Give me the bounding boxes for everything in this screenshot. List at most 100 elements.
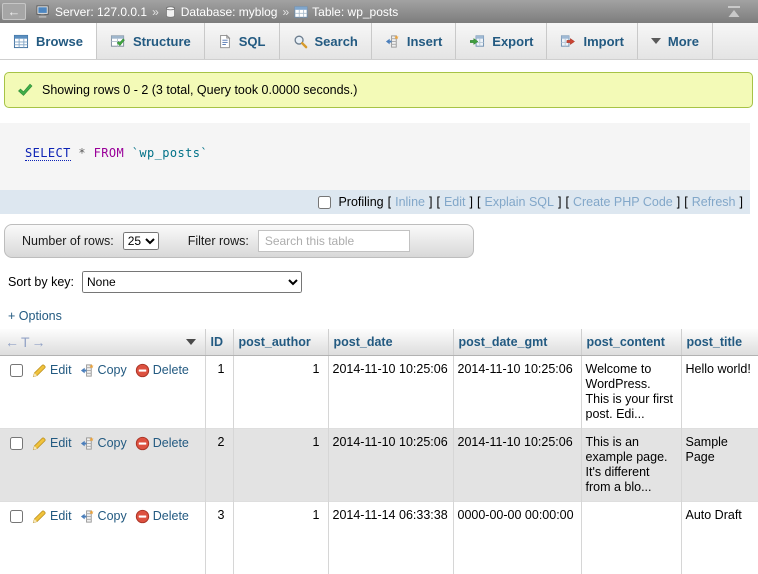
profiling-checkbox[interactable] xyxy=(318,196,331,209)
copy-row-link[interactable]: Copy xyxy=(98,509,127,524)
copy-row-link[interactable]: Copy xyxy=(98,363,127,378)
tab-search[interactable]: Search xyxy=(280,23,372,59)
row-select-checkbox[interactable] xyxy=(10,437,23,450)
refresh-link[interactable]: Refresh xyxy=(692,195,736,209)
tab-more[interactable]: More xyxy=(638,23,713,59)
cell-post-content: Welcome to WordPress. This is your first… xyxy=(581,356,681,429)
tab-export-label: Export xyxy=(492,34,533,49)
tab-insert[interactable]: Insert xyxy=(372,23,456,59)
cell-post-author: 1 xyxy=(233,502,328,574)
tab-search-label: Search xyxy=(315,34,358,49)
import-icon xyxy=(560,34,576,49)
collapse-top-icon xyxy=(726,6,742,18)
bracket: ] xyxy=(429,195,432,209)
delete-row-icon[interactable] xyxy=(135,363,150,378)
sql-keyword-select[interactable]: SELECT xyxy=(25,146,71,161)
pencil-icon[interactable] xyxy=(32,509,47,524)
cell-id: 1 xyxy=(205,356,233,429)
column-header-id[interactable]: ID xyxy=(205,329,233,356)
options-toggle-link[interactable]: + Options xyxy=(8,309,62,323)
cell-post-date: 2014-11-14 06:33:38 xyxy=(328,502,453,574)
status-message-text: Showing rows 0 - 2 (3 total, Query took … xyxy=(42,83,357,97)
pencil-icon[interactable] xyxy=(32,363,47,378)
tab-export[interactable]: Export xyxy=(456,23,547,59)
delete-row-link[interactable]: Delete xyxy=(153,436,189,451)
breadcrumb-separator: » xyxy=(282,5,289,19)
copy-row-icon[interactable] xyxy=(80,436,95,451)
number-of-rows-select[interactable]: 25 xyxy=(123,232,159,250)
tab-sql-label: SQL xyxy=(239,34,266,49)
column-header-post-title[interactable]: post_title xyxy=(681,329,758,356)
sql-query-display: SELECT * FROM `wp_posts` xyxy=(0,123,750,190)
column-header-post-date[interactable]: post_date xyxy=(328,329,453,356)
sql-star: * xyxy=(78,146,86,160)
explain-sql-link[interactable]: Explain SQL xyxy=(484,195,553,209)
profiling-label: Profiling xyxy=(338,195,383,209)
edit-row-link[interactable]: Edit xyxy=(50,509,72,524)
action-column-header: ←T→ xyxy=(0,329,205,356)
edit-query-link[interactable]: Edit xyxy=(444,195,466,209)
sql-keyword-from: FROM xyxy=(94,146,125,160)
rotate-headers-control[interactable]: ←T→ xyxy=(5,334,48,350)
server-icon xyxy=(36,4,51,19)
table-header-row: ←T→ ID post_author post_date post_date_g… xyxy=(0,329,758,356)
sort-by-key-select[interactable]: None xyxy=(82,271,302,293)
sort-descending-triangle-icon[interactable] xyxy=(186,339,196,345)
cell-post-date: 2014-11-10 10:25:06 xyxy=(328,429,453,502)
query-section: SELECT * FROM `wp_posts` Profiling [ Inl… xyxy=(0,123,750,214)
row-select-checkbox[interactable] xyxy=(10,364,23,377)
bracket: [ xyxy=(565,195,568,209)
number-of-rows-label: Number of rows: xyxy=(22,234,114,248)
tab-browse-label: Browse xyxy=(36,34,83,49)
cell-post-content xyxy=(581,502,681,574)
query-links-bar: Profiling [ Inline ] [ Edit ] [ Explain … xyxy=(0,190,750,214)
pencil-icon[interactable] xyxy=(32,436,47,451)
cell-post-title: Hello world! xyxy=(681,356,758,429)
cell-post-title: Auto Draft xyxy=(681,502,758,574)
copy-row-icon[interactable] xyxy=(80,509,95,524)
tab-browse[interactable]: Browse xyxy=(0,23,97,59)
edit-row-link[interactable]: Edit xyxy=(50,436,72,451)
delete-row-link[interactable]: Delete xyxy=(153,363,189,378)
delete-row-link[interactable]: Delete xyxy=(153,509,189,524)
database-icon xyxy=(164,5,177,19)
cell-post-date: 2014-11-10 10:25:06 xyxy=(328,356,453,429)
breadcrumb-separator: » xyxy=(152,5,159,19)
column-header-post-content[interactable]: post_content xyxy=(581,329,681,356)
table-row: Edit Copy Delete 2 1 2014-11-10 10:25:06… xyxy=(0,429,758,502)
delete-row-icon[interactable] xyxy=(135,436,150,451)
edit-row-link[interactable]: Edit xyxy=(50,363,72,378)
filter-rows-input[interactable] xyxy=(258,230,410,252)
breadcrumb-table[interactable]: Table: wp_posts xyxy=(294,5,398,19)
export-icon xyxy=(469,34,485,49)
search-icon xyxy=(293,34,308,49)
breadcrumb-database-label: Database: myblog xyxy=(181,5,278,19)
column-header-post-date-gmt[interactable]: post_date_gmt xyxy=(453,329,581,356)
tab-structure[interactable]: Structure xyxy=(97,23,205,59)
column-header-post-author[interactable]: post_author xyxy=(233,329,328,356)
cell-post-author: 1 xyxy=(233,429,328,502)
tab-sql[interactable]: SQL xyxy=(205,23,280,59)
table-row: Edit Copy Delete 1 1 2014-11-10 10:25:06… xyxy=(0,356,758,429)
inline-edit-link[interactable]: Inline xyxy=(395,195,425,209)
tab-import[interactable]: Import xyxy=(547,23,637,59)
rows-control-bar: Number of rows: 25 Filter rows: xyxy=(4,224,474,258)
create-php-code-link[interactable]: Create PHP Code xyxy=(573,195,673,209)
cell-post-date-gmt: 2014-11-10 10:25:06 xyxy=(453,429,581,502)
status-message: Showing rows 0 - 2 (3 total, Query took … xyxy=(4,72,753,108)
table-tab-bar: Browse Structure SQL Search Insert Expor… xyxy=(0,23,758,60)
collapse-top-button[interactable] xyxy=(726,6,742,18)
results-table: ←T→ ID post_author post_date post_date_g… xyxy=(0,329,758,574)
insert-row-icon xyxy=(385,34,400,49)
bracket: [ xyxy=(477,195,480,209)
row-actions-cell: Edit Copy Delete xyxy=(0,356,205,429)
breadcrumb-database[interactable]: Database: myblog xyxy=(164,5,278,19)
copy-row-link[interactable]: Copy xyxy=(98,436,127,451)
filter-rows-label: Filter rows: xyxy=(188,234,249,248)
tab-more-label: More xyxy=(668,34,699,49)
breadcrumb-server[interactable]: Server: 127.0.0.1 xyxy=(36,4,147,19)
copy-row-icon[interactable] xyxy=(80,363,95,378)
delete-row-icon[interactable] xyxy=(135,509,150,524)
back-arrow-button[interactable]: ← xyxy=(2,3,26,20)
row-select-checkbox[interactable] xyxy=(10,510,23,523)
